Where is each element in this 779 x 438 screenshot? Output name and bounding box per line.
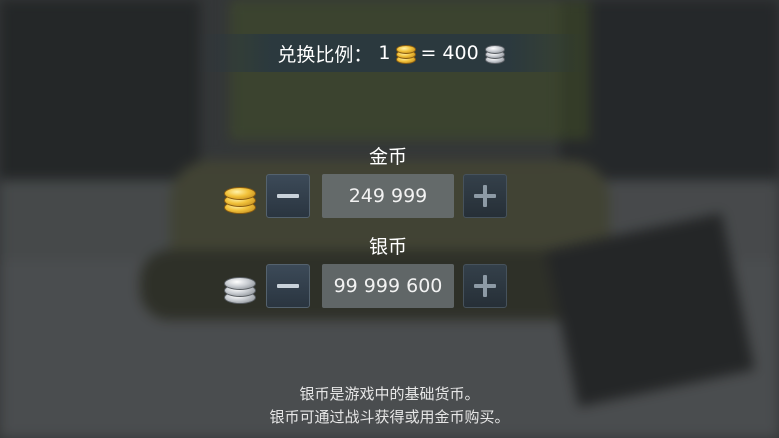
gold-coin-icon xyxy=(396,44,417,64)
info-text-line-2: 银币可通过战斗获得或用金币购买。 xyxy=(269,408,510,426)
gold-amount-field[interactable]: 249 999 xyxy=(322,174,454,218)
plus-icon xyxy=(474,275,496,297)
exchange-rate-gold-amount: 1 xyxy=(378,42,391,64)
exchange-rate-label: 兑换比例： xyxy=(277,43,373,66)
plus-icon xyxy=(474,185,496,207)
gold-label: 金币 xyxy=(368,146,407,168)
minus-icon xyxy=(277,194,299,198)
minus-icon xyxy=(277,284,299,288)
exchange-rate-bar: 兑换比例： 1 = 400 xyxy=(195,34,585,72)
exchange-rate-silver-amount: = 400 xyxy=(420,42,479,64)
silver-increase-button[interactable] xyxy=(463,264,507,308)
gold-coin-stack-icon xyxy=(224,182,256,214)
silver-coin-stack-icon xyxy=(224,272,256,304)
silver-coin-icon xyxy=(484,44,505,64)
silver-amount-field[interactable]: 99 999 600 xyxy=(322,264,454,308)
gold-decrease-button[interactable] xyxy=(266,174,310,218)
silver-label: 银币 xyxy=(368,236,407,258)
silver-decrease-button[interactable] xyxy=(266,264,310,308)
gold-increase-button[interactable] xyxy=(463,174,507,218)
info-text-line-1: 银币是游戏中的基础货币。 xyxy=(299,385,480,403)
